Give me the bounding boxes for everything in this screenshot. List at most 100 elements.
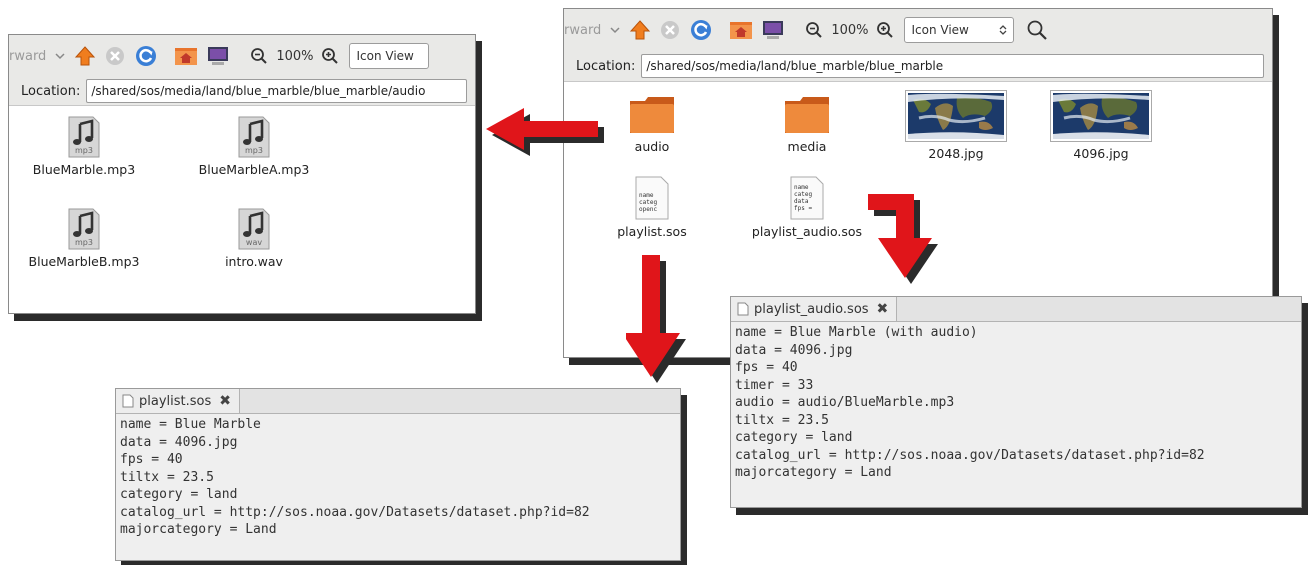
location-field[interactable]: /shared/sos/media/land/blue_marble/blue_… [641, 54, 1264, 78]
text-file-name: playlist_audio.sos [751, 224, 863, 239]
text-file-icon: name categ data fps = [790, 176, 824, 220]
chevron-updown-icon [1000, 25, 1007, 35]
toolbar: rward 100% Icon View [564, 9, 1272, 51]
view-mode-select[interactable]: Icon View [904, 17, 1015, 43]
close-icon[interactable]: ✖ [877, 301, 889, 317]
text-file-icon: name categ openc [635, 176, 669, 220]
text-file-item[interactable]: name categ openc playlist.sos [587, 176, 717, 239]
playlist-editor: playlist.sos ✖ name = Blue Marble data =… [115, 388, 681, 561]
svg-text:name: name [639, 192, 654, 199]
home-folder-icon[interactable] [729, 16, 753, 44]
music-file-icon: wav [238, 208, 270, 250]
text-file-item[interactable]: name categ data fps = playlist_audio.sos [742, 176, 872, 239]
zoom-level: 100% [276, 48, 314, 64]
computer-icon[interactable] [761, 16, 785, 44]
zoom-level: 100% [831, 22, 869, 38]
editor-line: tiltx = 23.5 [735, 412, 829, 428]
document-icon [737, 302, 749, 316]
editor-tab-bar: playlist.sos ✖ [116, 389, 680, 414]
document-icon [122, 394, 134, 408]
forward-button[interactable]: rward [9, 49, 46, 64]
svg-text:data: data [794, 198, 809, 205]
folder-icon [785, 97, 829, 133]
folder-item[interactable]: audio [587, 95, 717, 154]
file-item[interactable]: mp3 BlueMarble.mp3 [19, 116, 149, 177]
file-item[interactable]: mp3 BlueMarbleA.mp3 [189, 116, 319, 177]
svg-text:name: name [794, 184, 809, 191]
file-name: BlueMarble.mp3 [32, 162, 136, 177]
zoom-in-icon[interactable] [321, 42, 339, 70]
editor-line: fps = 40 [120, 452, 183, 467]
editor-line: tiltx = 23.5 [120, 469, 214, 485]
editor-text[interactable]: name = Blue Marble data = 4096.jpg fps =… [116, 414, 680, 539]
svg-text:mp3: mp3 [245, 146, 263, 155]
stop-icon[interactable] [659, 16, 681, 44]
editor-line: fps = 40 [735, 360, 798, 375]
image-item[interactable]: 2048.jpg [886, 90, 1026, 161]
arrow-down [626, 255, 686, 383]
file-view: mp3 BlueMarble.mp3 mp3 BlueMarbleA.mp3 m… [9, 106, 475, 313]
chevron-down-icon[interactable] [609, 16, 621, 44]
location-path: /shared/sos/media/land/blue_marble/blue_… [91, 84, 426, 98]
file-item[interactable]: wav intro.wav [189, 208, 319, 269]
location-field[interactable]: /shared/sos/media/land/blue_marble/blue_… [86, 79, 467, 103]
folder-item[interactable]: media [742, 95, 872, 154]
reload-icon[interactable] [134, 42, 158, 70]
editor-line: catalog_url = http://sos.noaa.gov/Datase… [120, 504, 590, 520]
zoom-out-icon[interactable] [805, 16, 823, 44]
editor-line: name = Blue Marble [120, 417, 261, 432]
reload-icon[interactable] [689, 16, 713, 44]
svg-text:wav: wav [246, 238, 262, 247]
location-bar: Location: /shared/sos/media/land/blue_ma… [564, 51, 1272, 82]
editor-tab-label: playlist_audio.sos [754, 301, 869, 317]
view-mode-value: Icon View [356, 49, 414, 63]
editor-tab-label: playlist.sos [139, 393, 212, 409]
computer-icon[interactable] [206, 42, 230, 70]
editor-line: data = 4096.jpg [735, 342, 853, 358]
editor-tab[interactable]: playlist_audio.sos ✖ [731, 297, 898, 321]
toolbar: rward 100% Icon View [9, 35, 475, 77]
svg-text:categ: categ [794, 191, 812, 198]
arrow-left [486, 108, 604, 156]
svg-text:openc: openc [639, 206, 657, 213]
home-icon[interactable] [629, 16, 651, 44]
location-label: Location: [576, 58, 636, 74]
home-icon[interactable] [74, 42, 96, 70]
editor-line: category = land [120, 487, 238, 502]
image-item[interactable]: 4096.jpg [1031, 90, 1171, 161]
editor-line: majorcategory = Land [120, 522, 277, 537]
folder-icon [630, 97, 674, 133]
editor-tab[interactable]: playlist.sos ✖ [116, 389, 240, 413]
location-label: Location: [21, 83, 81, 99]
zoom-out-icon[interactable] [250, 42, 268, 70]
file-name: BlueMarbleB.mp3 [28, 254, 140, 269]
image-name: 4096.jpg [1073, 146, 1129, 161]
zoom-in-icon[interactable] [876, 16, 894, 44]
file-name: BlueMarbleA.mp3 [198, 162, 310, 177]
music-file-icon: mp3 [68, 208, 100, 250]
svg-text:fps =: fps = [794, 205, 812, 212]
svg-text:mp3: mp3 [75, 146, 93, 155]
chevron-down-icon[interactable] [54, 42, 66, 70]
view-mode-select[interactable]: Icon View [349, 43, 430, 69]
folder-name: media [787, 139, 827, 154]
arrow-bent-down [868, 194, 938, 284]
close-icon[interactable]: ✖ [219, 393, 231, 409]
stop-icon[interactable] [104, 42, 126, 70]
location-path: /shared/sos/media/land/blue_marble/blue_… [646, 59, 944, 73]
editor-text[interactable]: name = Blue Marble (with audio) data = 4… [731, 322, 1301, 482]
file-item[interactable]: mp3 BlueMarbleB.mp3 [19, 208, 149, 269]
svg-text:mp3: mp3 [75, 238, 93, 247]
editor-line: majorcategory = Land [735, 465, 892, 480]
music-file-icon: mp3 [68, 116, 100, 158]
view-mode-value: Icon View [911, 23, 969, 37]
earth-map-thumbnail [905, 90, 1007, 142]
forward-button[interactable]: rward [564, 23, 601, 38]
home-folder-icon[interactable] [174, 42, 198, 70]
editor-tab-bar: playlist_audio.sos ✖ [731, 297, 1301, 322]
music-file-icon: mp3 [238, 116, 270, 158]
image-name: 2048.jpg [928, 146, 984, 161]
search-icon[interactable] [1026, 16, 1048, 44]
editor-line: category = land [735, 430, 853, 445]
audio-folder-window: rward 100% Icon View Location: /shared/s… [8, 34, 476, 314]
